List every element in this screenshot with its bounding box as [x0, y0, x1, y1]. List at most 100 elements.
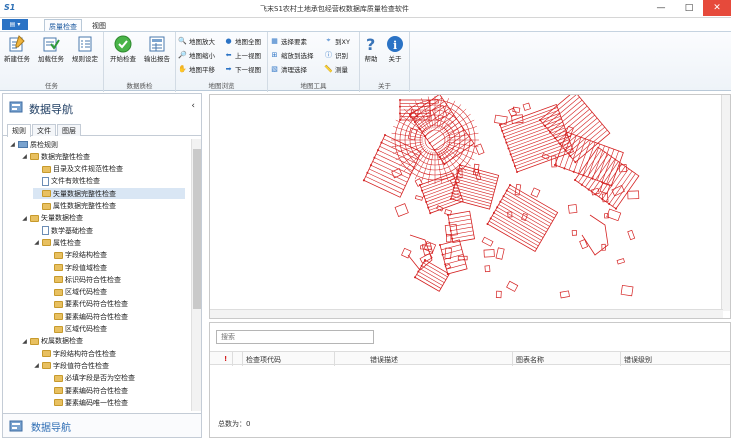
tree-node[interactable]: 属性数据完整性检查 [33, 201, 116, 212]
file-menu-button[interactable]: ▤ ▾ [2, 19, 28, 30]
full-extent-button[interactable]: ● 地图全图 [224, 35, 261, 46]
parcel-boundary [418, 271, 443, 286]
vertex-marker [451, 237, 454, 240]
parcel-boundary [502, 110, 559, 132]
tree-node[interactable]: 字段结构检查 [45, 250, 107, 261]
maximize-button[interactable]: □ [675, 0, 703, 16]
tree-node[interactable]: 要素编码唯一性检查 [45, 397, 128, 408]
vertex-marker [505, 141, 508, 144]
map-vertical-scrollbar[interactable] [721, 95, 730, 311]
tree-node[interactable]: 矢量数据完整性检查 [33, 188, 185, 200]
new-task-button[interactable]: 新建任务 [2, 35, 32, 77]
folder-icon [30, 214, 39, 222]
map-view[interactable] [209, 94, 731, 319]
tree-node[interactable]: 标识码符合性检查 [45, 274, 121, 285]
load-task-button[interactable]: 加载任务 [36, 35, 66, 77]
tree-expander-icon[interactable]: ◢ [33, 239, 40, 246]
panel-footer[interactable]: 数据导航 [3, 413, 201, 437]
collapse-panel-icon[interactable]: ‹ [191, 101, 195, 111]
tree-expander-icon[interactable]: ◢ [33, 362, 40, 369]
tree-node-label: 权属数据检查 [41, 337, 83, 346]
tree-node[interactable]: ◢ 质检规则 [9, 139, 58, 150]
parcel-boundary [423, 262, 448, 278]
tree-node[interactable]: ◢ 数据完整性检查 [21, 151, 90, 162]
vertex-marker [441, 253, 444, 256]
tree-node-label: 文件有效性检查 [51, 177, 100, 186]
tree-node[interactable]: 文件有效性检查 [33, 176, 100, 187]
scrollbar-thumb[interactable] [193, 149, 201, 309]
next-view-button[interactable]: ➡ 下一视图 [224, 63, 261, 74]
search-input[interactable] [216, 330, 374, 344]
column-separator [242, 352, 243, 366]
parcel-boundary [448, 214, 471, 220]
measure-icon: 📏 [324, 64, 333, 73]
tree-node[interactable]: 要素编码符合性检查 [45, 385, 128, 396]
goto-xy-button[interactable]: ⌖ 到XY [324, 35, 350, 46]
parcel-boundary [419, 268, 445, 283]
vertex-marker [399, 119, 401, 121]
tree-node[interactable]: ◢ 矢量数据检查 [21, 213, 83, 224]
rule-settings-button[interactable]: 规则设定 [70, 35, 100, 77]
tree-node[interactable]: ◢ 权属数据检查 [21, 336, 83, 347]
parcel-outline [431, 105, 448, 121]
rules-root-icon [18, 141, 28, 148]
parcel-boundary [427, 151, 434, 184]
parcel-block [439, 239, 468, 275]
previous-view-button[interactable]: ⬅ 上一视图 [224, 49, 261, 60]
clear-selection-button[interactable]: ▧ 清理选择 [270, 63, 307, 74]
tree-node[interactable]: 区域代码检查 [45, 287, 107, 298]
tree-expander-icon[interactable]: ◢ [21, 153, 28, 160]
map-horizontal-scrollbar[interactable] [210, 309, 723, 318]
tree-scrollbar[interactable] [191, 139, 201, 411]
tree-node[interactable]: 要素编码符合性检查 [45, 311, 128, 322]
measure-button[interactable]: 📏 测量 [324, 63, 348, 74]
vertex-marker [373, 156, 376, 159]
tree-expander-icon[interactable]: ◢ [9, 141, 16, 148]
tab-rules[interactable]: 规则 [7, 124, 31, 137]
parcel-outline [606, 208, 622, 222]
tree-node[interactable]: ◢ 字段值符合性检查 [33, 360, 109, 371]
tab-quality-check[interactable]: 质量检查 [44, 19, 82, 31]
tab-view[interactable]: 视图 [88, 19, 110, 31]
parcel-boundary [367, 172, 404, 190]
tree-node[interactable]: ◢ 属性检查 [33, 237, 81, 248]
parcel-boundary [436, 96, 443, 129]
minimize-button[interactable]: — [647, 0, 675, 16]
parcel-outline [620, 284, 634, 297]
about-button[interactable]: i 关于 [380, 35, 410, 77]
tree-node[interactable]: 目录及文件规范性检查 [33, 164, 123, 175]
tree-node-label: 字段值域检查 [65, 263, 107, 272]
tree-node[interactable]: 数学基础检查 [33, 225, 93, 236]
parcel-boundary [578, 140, 591, 174]
export-report-button[interactable]: 输出报告 [142, 35, 172, 77]
tree-node[interactable]: 要素代码符合性检查 [45, 299, 128, 310]
zoom-out-button[interactable]: 🔎 地图缩小 [178, 49, 215, 60]
tree-node[interactable]: 必填字段是否为空检查 [45, 373, 135, 384]
parcel-outline [616, 258, 625, 265]
layer-name-header[interactable]: 图表名称 [516, 355, 544, 365]
select-feature-icon: ▦ [271, 36, 278, 45]
tree-node[interactable]: 字段值域检查 [45, 262, 107, 273]
tree-node[interactable]: 区域代码检查 [45, 324, 107, 335]
tree-node[interactable]: 字段结构符合性检查 [33, 348, 116, 359]
select-feature-button[interactable]: ▦ 选择要素 [270, 35, 307, 46]
identify-button[interactable]: ⓘ 识别 [324, 49, 348, 60]
tree-node-label: 数据完整性检查 [41, 152, 90, 161]
tree-expander-icon[interactable]: ◢ [21, 215, 28, 222]
parcel-map[interactable] [210, 95, 723, 311]
start-check-button[interactable]: 开始检查 [108, 35, 138, 77]
error-level-header[interactable]: 错误级别 [624, 355, 652, 365]
close-button[interactable]: ✕ [703, 0, 731, 16]
zoom-in-button[interactable]: 🔍 地图放大 [178, 35, 215, 46]
pan-button[interactable]: ✋ 地图平移 [178, 63, 215, 74]
error-description-header[interactable]: 错误描述 [370, 355, 398, 365]
tree-expander-icon[interactable]: ◢ [21, 338, 28, 345]
check-item-code-header[interactable]: 检查项代码 [246, 355, 281, 365]
parcel-boundary [515, 148, 573, 170]
zoom-to-selection-button[interactable]: ⊞ 缩放到选择 [270, 49, 314, 60]
total-count-status: 总数为：0 [218, 420, 251, 428]
tab-layers[interactable]: 图层 [57, 124, 81, 136]
new-task-icon [8, 35, 26, 53]
parcel-outline [495, 247, 505, 260]
tab-files[interactable]: 文件 [32, 124, 56, 136]
